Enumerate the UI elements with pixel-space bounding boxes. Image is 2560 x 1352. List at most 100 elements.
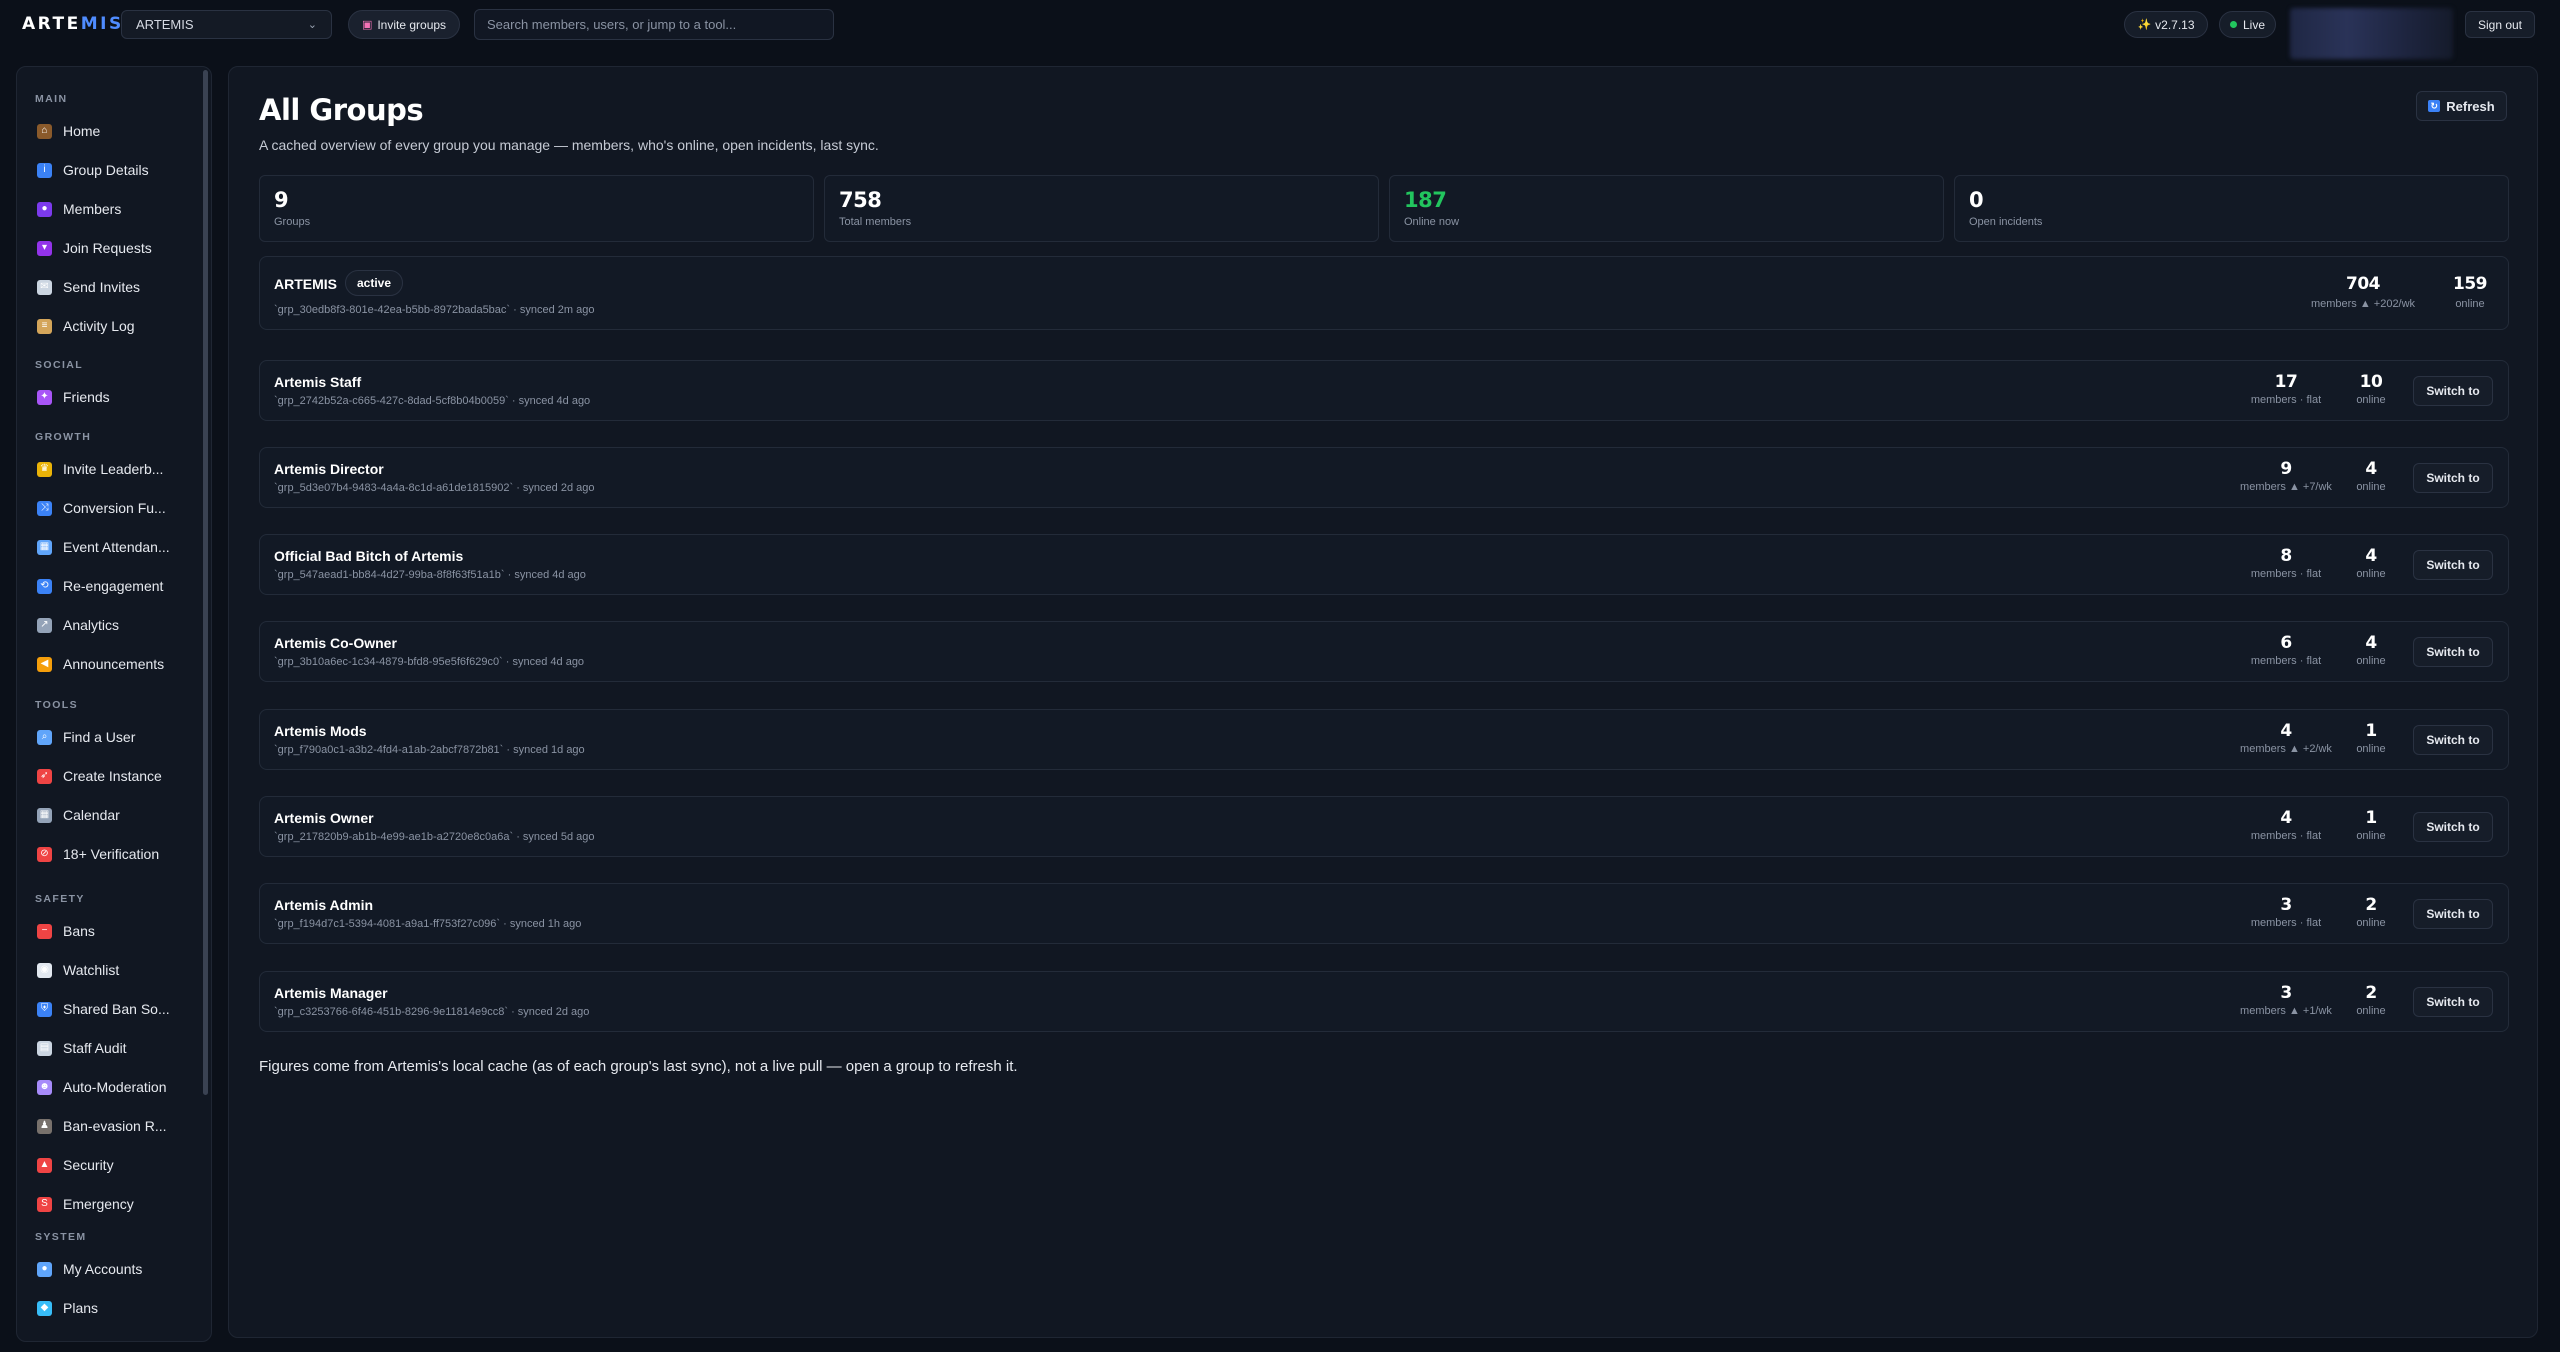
sidebar-item-18-verification[interactable]: ⊘ 18+ Verification [37, 840, 199, 868]
sidebar-item-friends[interactable]: ✦ Friends [37, 383, 199, 411]
group-row[interactable]: Artemis Staff `grp_2742b52a-c665-427c-8da… [259, 360, 2509, 421]
online-count: 2 [2365, 895, 2377, 915]
sidebar-item-join-requests[interactable]: ▾ Join Requests [37, 234, 199, 262]
current-group-card[interactable]: ARTEMIS active `grp_30edb8f3-801e-42ea-b… [259, 256, 2509, 330]
sidebar-item-send-invites[interactable]: ✉ Send Invites [37, 273, 199, 301]
sidebar-item-ban-evasion-r[interactable]: ♟ Ban-evasion R... [37, 1112, 199, 1140]
invite-groups-button[interactable]: ▣ Invite groups [348, 10, 460, 39]
sidebar-item-auto-moderation[interactable]: ☻ Auto-Moderation [37, 1073, 199, 1101]
group-row[interactable]: Artemis Owner `grp_217820b9-ab1b-4e99-ae1… [259, 796, 2509, 857]
switch-to-button[interactable]: Switch to [2413, 550, 2493, 580]
active-badge: active [345, 270, 404, 296]
stat-label: Total members [839, 216, 912, 228]
switch-to-button[interactable]: Switch to [2413, 725, 2493, 755]
stat-label: Open incidents [1969, 216, 2043, 228]
sidebar-item-create-instance[interactable]: ➶ Create Instance [37, 762, 199, 790]
page-title: All Groups [259, 93, 424, 127]
stat-value: 0 [1969, 188, 1984, 212]
user-icon: ● [37, 1261, 52, 1277]
refresh-button[interactable]: ↻ Refresh [2416, 91, 2507, 121]
sidebar-item-members[interactable]: ● Members [37, 195, 199, 223]
switch-to-button[interactable]: Switch to [2413, 899, 2493, 929]
group-row[interactable]: Artemis Co-Owner `grp_3b10a6ec-1c34-4879-… [259, 621, 2509, 682]
online-label: online [2455, 298, 2485, 310]
switch-to-button[interactable]: Switch to [2413, 376, 2493, 406]
switch-to-label: Switch to [2426, 645, 2480, 659]
group-name: Artemis Manager [274, 985, 388, 1001]
sidebar-section-main: MAIN [35, 93, 68, 105]
sidebar-scrollbar[interactable] [203, 70, 208, 1095]
sidebar-item-calendar[interactable]: ▦ Calendar [37, 801, 199, 829]
group-row[interactable]: Artemis Admin `grp_f194d7c1-5394-4081-a9a… [259, 883, 2509, 944]
sidebar-item-plans[interactable]: ◆ Plans [37, 1294, 199, 1322]
info-icon: i [37, 162, 52, 178]
sidebar-item-label: Find a User [63, 729, 136, 745]
sidebar-item-analytics[interactable]: ↗ Analytics [37, 611, 199, 639]
shuffle-icon: ⤨ [37, 500, 52, 516]
sidebar-item-staff-audit[interactable]: ▤ Staff Audit [37, 1034, 199, 1062]
magnifier-icon: ⌕ [37, 729, 52, 745]
sidebar-item-re-engagement[interactable]: ⟲ Re-engagement [37, 572, 199, 600]
sidebar-item-find-a-user[interactable]: ⌕ Find a User [37, 723, 199, 751]
switch-to-button[interactable]: Switch to [2413, 812, 2493, 842]
switch-to-label: Switch to [2426, 820, 2480, 834]
group-name: ARTEMIS [274, 276, 337, 292]
stat-value: 9 [274, 188, 289, 212]
sidebar-item-label: Group Details [63, 162, 149, 178]
search-input[interactable] [474, 9, 834, 40]
group-meta: `grp_3b10a6ec-1c34-4879-bfd8-95e5f6f629c… [274, 656, 585, 668]
sidebar-item-label: Create Instance [63, 768, 162, 784]
sidebar-item-home[interactable]: ⌂ Home [37, 117, 199, 145]
group-meta: `grp_217820b9-ab1b-4e99-ae1b-a2720e8c0a6… [274, 831, 595, 843]
switch-to-label: Switch to [2426, 558, 2480, 572]
sidebar-section-growth: GROWTH [35, 431, 92, 443]
sidebar-item-my-accounts[interactable]: ● My Accounts [37, 1255, 199, 1283]
sidebar-item-label: Emergency [63, 1196, 134, 1212]
sign-out-button[interactable]: Sign out [2465, 11, 2535, 38]
stat-value: 758 [839, 188, 882, 212]
main-panel: All Groups A cached overview of every gr… [228, 66, 2538, 1338]
sidebar-item-announcements[interactable]: ◀ Announcements [37, 650, 199, 678]
group-row[interactable]: Artemis Manager `grp_c3253766-6f46-451b-8… [259, 971, 2509, 1032]
group-select[interactable]: ARTEMIS ⌄ [121, 10, 332, 39]
sidebar-item-group-details[interactable]: i Group Details [37, 156, 199, 184]
people-icon: ● [37, 201, 52, 217]
sidebar-item-activity-log[interactable]: ≡ Activity Log [37, 312, 199, 340]
switch-to-button[interactable]: Switch to [2413, 463, 2493, 493]
group-name: Artemis Staff [274, 374, 362, 390]
sidebar-item-bans[interactable]: − Bans [37, 917, 199, 945]
group-row[interactable]: Artemis Mods `grp_f790a0c1-a3b2-4fd4-a1ab… [259, 709, 2509, 770]
app-logo[interactable]: ARTEMIS [22, 14, 124, 34]
online-count: 1 [2365, 721, 2377, 741]
sidebar-item-event-attendan[interactable]: ▦ Event Attendan... [37, 533, 199, 561]
megaphone-icon: ◀ [37, 656, 52, 672]
sidebar-item-watchlist[interactable]: ◉ Watchlist [37, 956, 199, 984]
inbox-icon: ▾ [37, 240, 52, 256]
group-meta: `grp_f790a0c1-a3b2-4fd4-a1ab-2abcf7872b8… [274, 744, 585, 756]
sidebar-item-invite-leaderb[interactable]: ♛ Invite Leaderb... [37, 455, 199, 483]
account-avatar[interactable] [2290, 8, 2453, 59]
sos-icon: S [37, 1196, 52, 1212]
sidebar-item-label: Conversion Fu... [63, 500, 166, 516]
sidebar-section-tools: TOOLS [35, 699, 78, 711]
calendar-icon: ▦ [37, 807, 52, 823]
stat-card-open-incidents: 0 Open incidents [1954, 175, 2509, 242]
group-name: Artemis Owner [274, 810, 374, 826]
sidebar-item-security[interactable]: ▲ Security [37, 1151, 199, 1179]
detective-icon: ♟ [37, 1118, 52, 1134]
sidebar-item-label: Send Invites [63, 279, 141, 295]
sidebar-item-conversion-fu[interactable]: ⤨ Conversion Fu... [37, 494, 199, 522]
sidebar-item-shared-ban-so[interactable]: ⛨ Shared Ban So... [37, 995, 199, 1023]
sidebar-item-label: Home [63, 123, 101, 139]
group-row[interactable]: Official Bad Bitch of Artemis `grp_547aea… [259, 534, 2509, 595]
group-row[interactable]: Artemis Director `grp_5d3e07b4-9483-4a4a-… [259, 447, 2509, 508]
sidebar-item-emergency[interactable]: S Emergency [37, 1190, 199, 1218]
sidebar-item-label: Auto-Moderation [63, 1079, 167, 1095]
sidebar-item-label: Join Requests [63, 240, 152, 256]
shield-icon: ⛨ [37, 1001, 52, 1017]
stat-label: Online now [1404, 216, 1460, 228]
switch-to-button[interactable]: Switch to [2413, 637, 2493, 667]
handshake-icon: ✦ [37, 389, 52, 405]
switch-to-button[interactable]: Switch to [2413, 987, 2493, 1017]
sidebar-item-label: Event Attendan... [63, 539, 170, 555]
